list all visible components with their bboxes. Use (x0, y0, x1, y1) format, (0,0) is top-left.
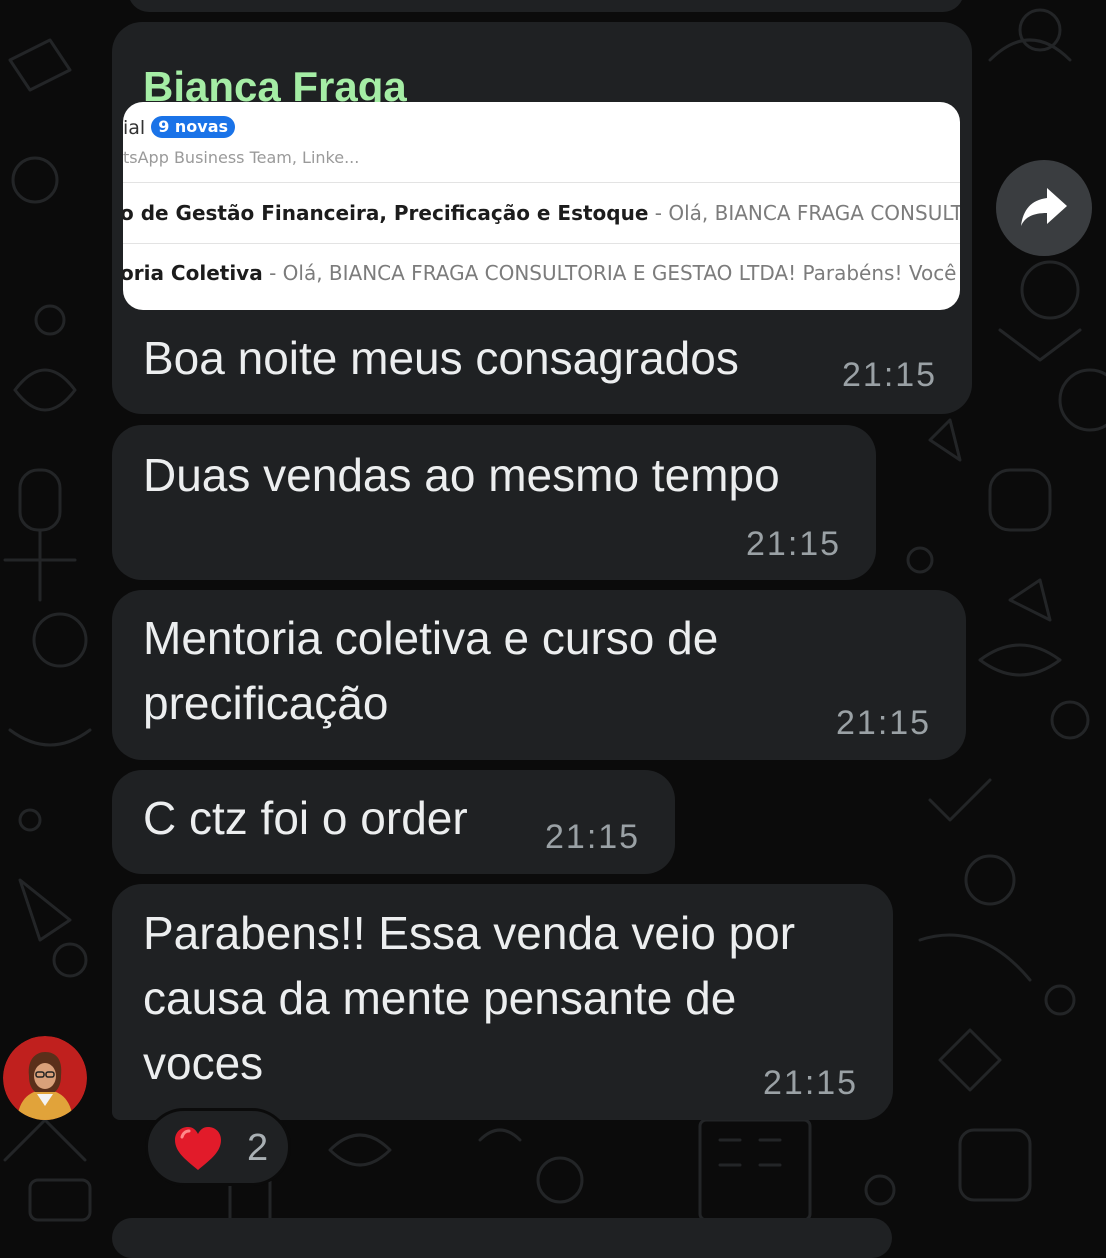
preview-row1-title: ial (123, 117, 146, 139)
message-bubble-1[interactable]: Bianca Fraga ial 9 novas tsApp Business T… (112, 22, 972, 414)
message-text: Duas vendas ao mesmo tempo (143, 449, 780, 501)
message-time: 21:15 (842, 356, 938, 394)
message-text-line-3: voces (143, 1037, 264, 1089)
message-time: 21:15 (746, 525, 842, 563)
preview-divider (123, 243, 960, 244)
message-text-line-1: Mentoria coletiva e curso de (143, 612, 719, 664)
preview-row3-subject: oria Coletiva (123, 261, 263, 285)
previous-message-bubble[interactable] (128, 0, 964, 12)
preview-row3-snippet: - Olá, BIANCA FRAGA CONSULTORIA E GESTAO… (262, 261, 960, 285)
message-text: C ctz foi o order (143, 792, 468, 844)
preview-row-2: o de Gestão Financeira, Precificação e E… (123, 200, 960, 226)
user-avatar[interactable] (3, 1036, 87, 1120)
message-time: 21:15 (836, 704, 932, 742)
email-screenshot-image[interactable]: ial 9 novas tsApp Business Team, Linke...… (123, 102, 960, 310)
message-text-line-1: Parabens!! Essa venda veio por (143, 907, 796, 959)
message-text-line-2: precificação (143, 677, 389, 729)
message-bubble-4[interactable]: C ctz foi o order 21:15 (112, 770, 675, 874)
message-text-line-2: causa da mente pensante de (143, 972, 737, 1024)
preview-row2-subject: o de Gestão Financeira, Precificação e E… (123, 201, 649, 225)
avatar-image (3, 1036, 87, 1120)
message-time: 21:15 (545, 818, 641, 856)
unread-badge: 9 novas (151, 116, 236, 138)
preview-divider (123, 182, 960, 183)
red-heart-icon (175, 1127, 221, 1170)
forward-button[interactable] (996, 160, 1092, 256)
preview-row2-snippet: - Olá, BIANCA FRAGA CONSULTORIA (654, 201, 960, 225)
preview-row-3: oria Coletiva - Olá, BIANCA FRAGA CONSUL… (123, 260, 960, 286)
next-message-bubble[interactable] (112, 1218, 892, 1258)
message-time: 21:15 (763, 1064, 859, 1102)
reaction-count: 2 (247, 1127, 269, 1169)
message-bubble-2[interactable]: Duas vendas ao mesmo tempo 21:15 (112, 425, 876, 580)
forward-arrow-icon (1021, 188, 1067, 226)
message-bubble-3[interactable]: Mentoria coletiva e curso de precificaçã… (112, 590, 966, 760)
message-text: Boa noite meus consagrados (143, 332, 739, 384)
reaction-pill[interactable]: 2 (145, 1108, 291, 1186)
preview-row-1: ial 9 novas (123, 116, 236, 140)
message-bubble-5[interactable]: Parabens!! Essa venda veio por causa da … (112, 884, 893, 1120)
preview-row-1-sub: tsApp Business Team, Linke... (123, 148, 360, 167)
